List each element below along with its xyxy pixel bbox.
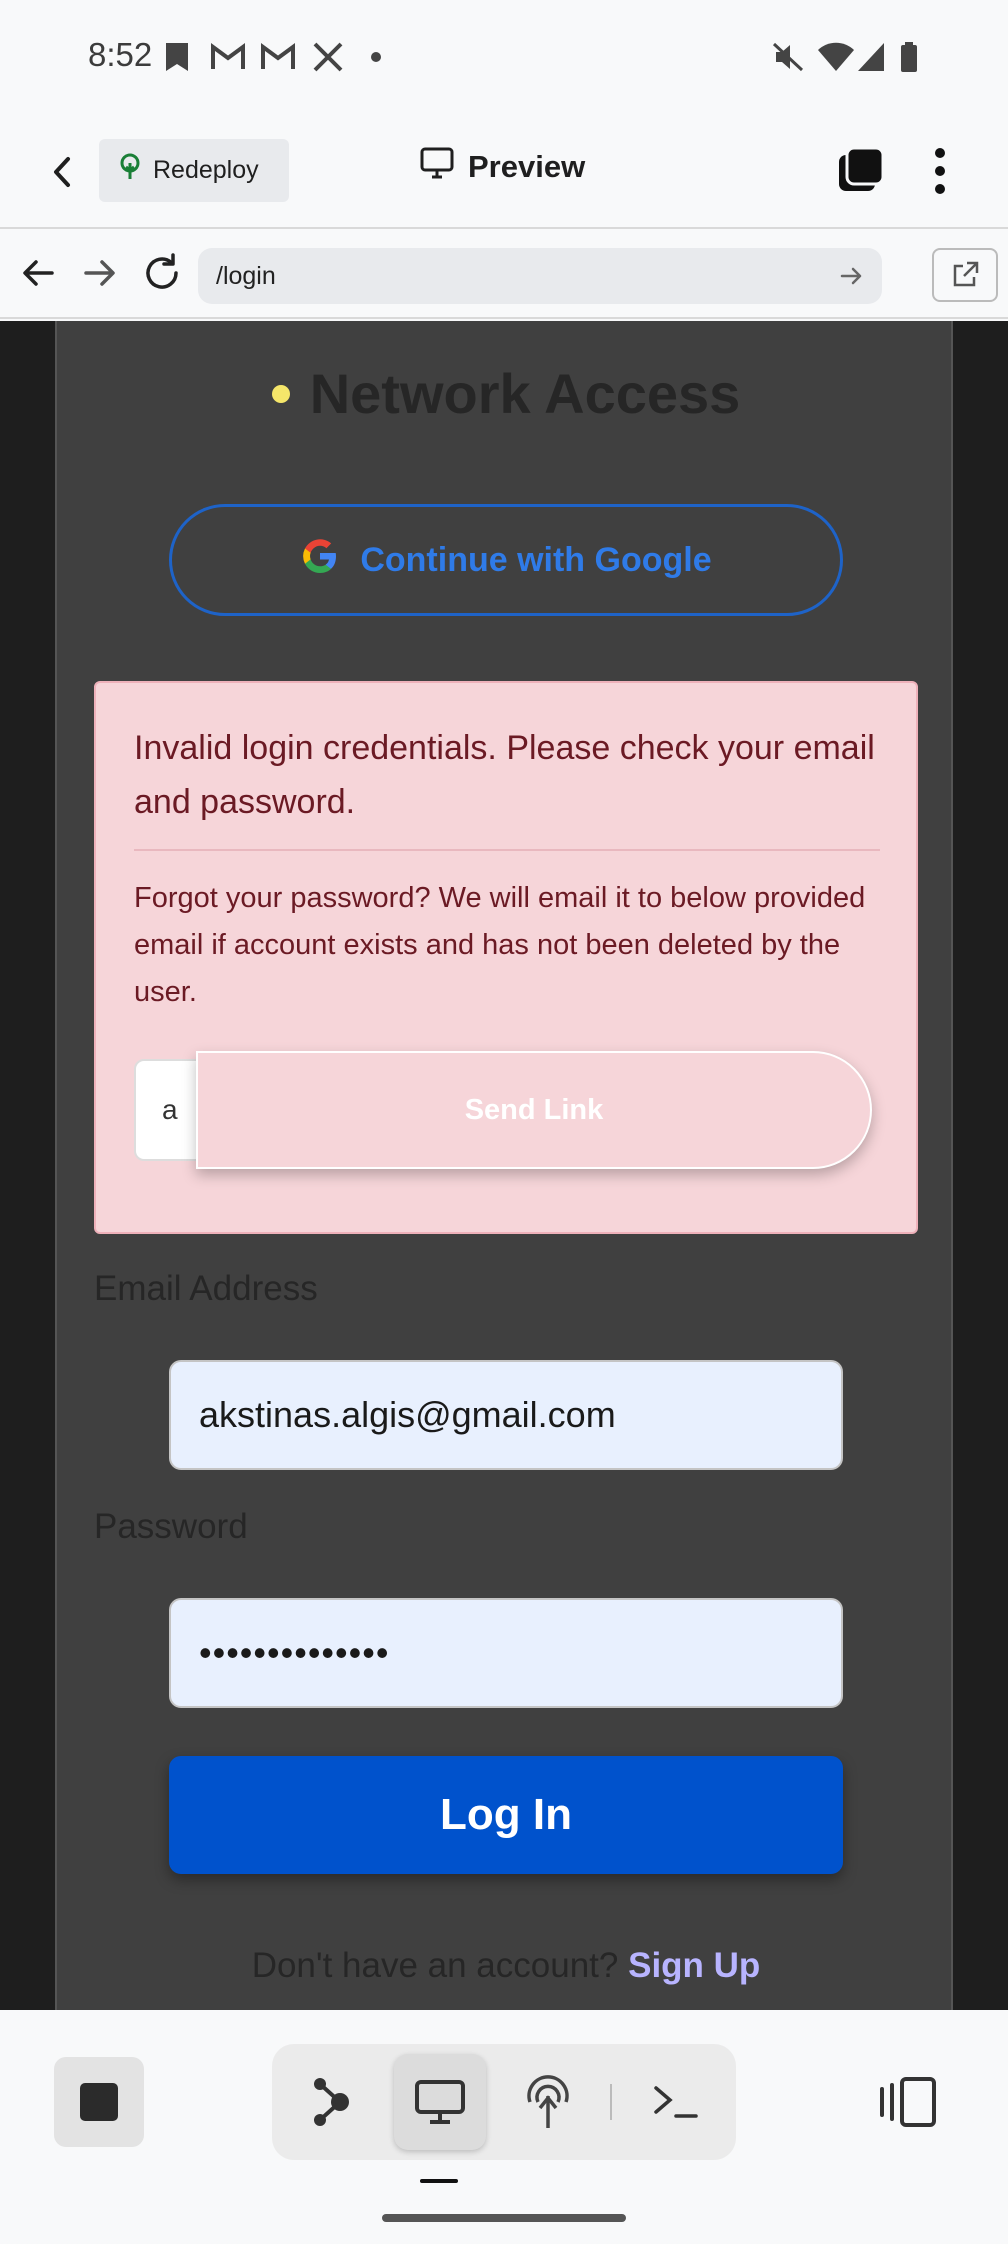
- terminal-icon: [654, 2086, 698, 2118]
- tree-icon: [117, 153, 143, 188]
- google-login-button[interactable]: Continue with Google: [169, 504, 843, 616]
- redeploy-label: Redeploy: [153, 156, 259, 184]
- preview-mode-button[interactable]: [394, 2054, 486, 2150]
- reload-button[interactable]: [138, 249, 186, 297]
- arrow-right-icon: [84, 260, 115, 286]
- graph-mode-button[interactable]: [284, 2054, 376, 2150]
- go-arrow-icon[interactable]: [838, 262, 866, 290]
- antenna-icon: [527, 2075, 569, 2128]
- graph-icon: [314, 2078, 349, 2126]
- google-button-label: Continue with Google: [360, 540, 712, 579]
- preview-label: Preview: [468, 149, 586, 184]
- redeploy-button[interactable]: Redeploy: [99, 139, 289, 202]
- refresh-icon: [146, 253, 178, 289]
- terminal-mode-button[interactable]: [630, 2054, 722, 2150]
- preview-title: Preview: [420, 147, 585, 187]
- home-indicator[interactable]: [382, 2214, 626, 2222]
- login-button[interactable]: Log In: [169, 1756, 843, 1874]
- reset-email-input[interactable]: a: [134, 1059, 204, 1161]
- signup-row: Don't have an account? Sign Up: [57, 1946, 955, 1986]
- send-link-button[interactable]: Send Link: [196, 1051, 872, 1169]
- signal-icon: [856, 40, 886, 74]
- tabs-button[interactable]: [836, 145, 886, 195]
- stop-icon: [80, 2083, 118, 2121]
- error-message: Invalid login credentials. Please check …: [134, 729, 875, 821]
- divider: [610, 2084, 612, 2120]
- layout-toggle-button[interactable]: [878, 2075, 938, 2131]
- more-vert-icon: [935, 148, 945, 194]
- email-label: Email Address: [94, 1269, 318, 1308]
- active-tab-indicator: [420, 2179, 458, 2183]
- monitor-icon: [420, 147, 454, 187]
- open-external-icon: [953, 261, 979, 287]
- status-dot-icon: [271, 384, 290, 403]
- stop-button[interactable]: [54, 2057, 144, 2147]
- chevron-left-icon: [54, 157, 70, 187]
- page-title: Network Access: [57, 361, 955, 426]
- nav-back-button[interactable]: [14, 249, 62, 297]
- deploy-mode-button[interactable]: [502, 2054, 594, 2150]
- mute-icon: [770, 40, 806, 74]
- more-options-button[interactable]: [920, 145, 960, 197]
- error-alert: Invalid login credentials. Please check …: [94, 681, 918, 1234]
- mode-switcher: [272, 2044, 736, 2160]
- browser-nav: /login: [0, 231, 1008, 319]
- status-time: 8:52: [88, 36, 153, 73]
- signup-link[interactable]: Sign Up: [628, 1946, 760, 1985]
- open-external-button[interactable]: [932, 248, 998, 302]
- app-toolbar: Redeploy Preview: [0, 115, 1008, 229]
- wifi-icon: [816, 40, 856, 74]
- monitor-icon: [415, 2080, 465, 2124]
- bottom-toolbar: [0, 2010, 1008, 2244]
- x-icon: [310, 40, 346, 74]
- signup-prompt: Don't have an account?: [251, 1946, 619, 1985]
- split-view-icon: [880, 2077, 936, 2127]
- web-content: Network Access Continue with Google Inva…: [0, 321, 1008, 2010]
- back-button[interactable]: [40, 149, 86, 195]
- email-field[interactable]: akstinas.algis@gmail.com: [169, 1360, 843, 1470]
- gmail-icon: [258, 40, 298, 74]
- tabs-icon: [839, 146, 885, 191]
- status-bar: 8:52: [0, 0, 1008, 115]
- google-icon: [300, 536, 340, 585]
- nav-forward-button[interactable]: [76, 249, 124, 297]
- password-field[interactable]: ••••••••••••••: [169, 1598, 843, 1708]
- password-label: Password: [94, 1507, 248, 1546]
- forgot-password-message: Forgot your password? We will email it t…: [134, 882, 866, 1008]
- dot-icon: [368, 40, 384, 74]
- battery-icon: [898, 40, 920, 74]
- url-text: /login: [216, 261, 276, 290]
- url-input[interactable]: /login: [198, 248, 882, 304]
- arrow-left-icon: [23, 260, 54, 286]
- login-card: Network Access Continue with Google Inva…: [55, 321, 953, 2010]
- page-title-text: Network Access: [309, 362, 741, 425]
- bookmark-icon: [160, 40, 194, 74]
- divider: [134, 849, 880, 851]
- gmail-icon: [208, 40, 248, 74]
